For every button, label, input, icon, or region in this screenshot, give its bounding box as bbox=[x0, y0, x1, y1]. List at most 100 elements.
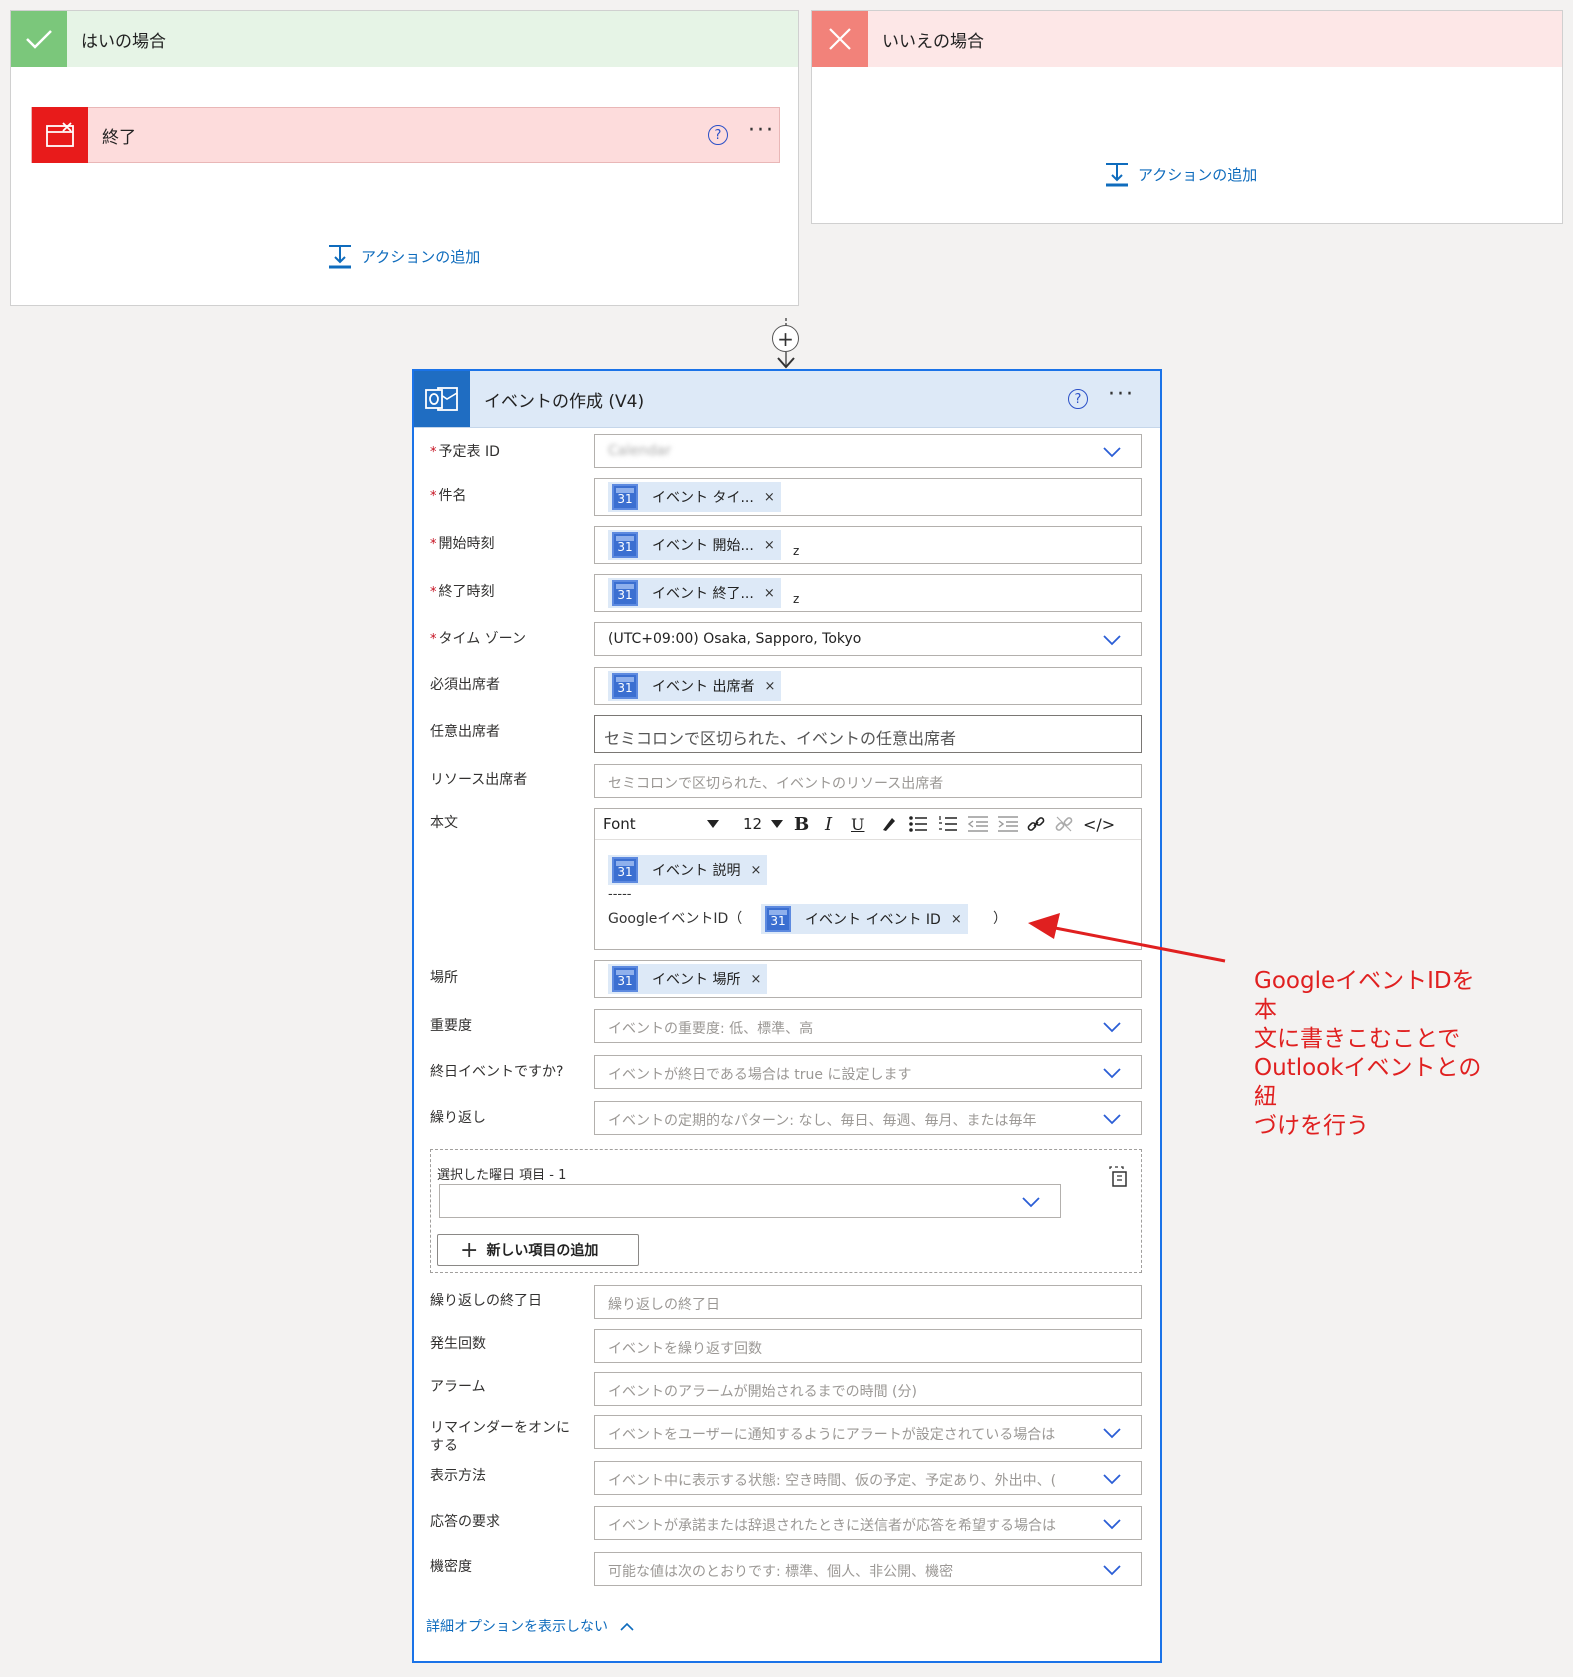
recurrence-end-label: 繰り返しの終了日 bbox=[430, 1293, 542, 1309]
response-requested-dropdown[interactable]: イベントが承諾または辞退されたときに送信者が応答を希望する場合は bbox=[594, 1506, 1142, 1540]
location-label: 場所 bbox=[430, 970, 458, 986]
reminder-placeholder: イベントをユーザーに通知するようにアラートが設定されている場合は bbox=[608, 1427, 1056, 1443]
italic-icon[interactable]: I bbox=[825, 809, 832, 839]
chevron-down-icon bbox=[1103, 1068, 1121, 1079]
show-as-label: 表示方法 bbox=[430, 1468, 486, 1484]
code-view-icon[interactable]: </> bbox=[1083, 809, 1115, 839]
font-size-select[interactable]: 12 bbox=[743, 809, 783, 839]
end-time-suffix: z bbox=[793, 592, 800, 606]
weekday-item-dropdown[interactable] bbox=[439, 1184, 1061, 1218]
indent-decrease-icon[interactable] bbox=[967, 815, 989, 833]
bold-icon[interactable]: B bbox=[794, 809, 809, 839]
copy-item-icon[interactable] bbox=[1109, 1166, 1129, 1188]
chevron-down-icon bbox=[1103, 635, 1121, 646]
link-icon[interactable] bbox=[1027, 815, 1045, 833]
create-event-header[interactable]: イベントの作成 (V4) ? ··· bbox=[414, 371, 1160, 428]
calendar-id-dropdown[interactable]: Calendar bbox=[594, 434, 1142, 468]
sensitivity-dropdown[interactable]: 可能な値は次のとおりです: 標準、個人、非公開、機密 bbox=[594, 1552, 1142, 1586]
chevron-up-icon bbox=[620, 1622, 634, 1631]
help-icon[interactable]: ? bbox=[1068, 389, 1088, 409]
insert-step-plus-icon[interactable]: + bbox=[772, 325, 799, 352]
optional-attendees-field[interactable]: セミコロンで区切られた、イベントの任意出席者 bbox=[594, 715, 1142, 753]
importance-dropdown[interactable]: イベントの重要度: 低、標準、高 bbox=[594, 1009, 1142, 1043]
help-icon[interactable]: ? bbox=[708, 125, 728, 145]
caret-down-icon bbox=[707, 820, 719, 828]
start-time-suffix: z bbox=[793, 544, 800, 558]
alarm-field[interactable]: イベントのアラームが開始されるまでの時間 (分) bbox=[594, 1372, 1142, 1406]
numbered-list-icon[interactable] bbox=[938, 815, 958, 833]
recurrence-dropdown[interactable]: イベントの定期的なパターン: なし、毎日、毎週、毎月、または毎年 bbox=[594, 1101, 1142, 1135]
plus-icon: + bbox=[460, 1237, 479, 1263]
subject-field[interactable]: 31 イベント タイ... × bbox=[594, 478, 1142, 516]
required-attendees-field[interactable]: 31 イベント 出席者 × bbox=[594, 667, 1142, 705]
remove-token-icon[interactable]: × bbox=[951, 912, 962, 927]
occurrences-label: 発生回数 bbox=[430, 1336, 486, 1352]
cross-icon bbox=[812, 11, 868, 67]
show-as-dropdown[interactable]: イベント中に表示する状態: 空き時間、仮の予定、予定あり、外出中、( bbox=[594, 1461, 1142, 1495]
no-branch-header[interactable]: いいえの場合 bbox=[812, 11, 1562, 67]
unlink-icon[interactable] bbox=[1055, 815, 1073, 833]
end-time-field[interactable]: 31 イベント 終了... × z bbox=[594, 574, 1142, 612]
yes-add-action-button[interactable]: アクションの追加 bbox=[327, 243, 480, 269]
required-attendees-token[interactable]: 31 イベント 出席者 × bbox=[608, 671, 782, 701]
sensitivity-placeholder: 可能な値は次のとおりです: 標準、個人、非公開、機密 bbox=[608, 1564, 954, 1580]
importance-placeholder: イベントの重要度: 低、標準、高 bbox=[608, 1021, 814, 1037]
more-options-icon[interactable]: ··· bbox=[1108, 382, 1135, 407]
reminder-label: リマインダーをオンに する bbox=[430, 1420, 570, 1454]
terminate-icon bbox=[32, 107, 88, 163]
occurrences-field[interactable]: イベントを繰り返す回数 bbox=[594, 1329, 1142, 1363]
required-attendees-label: 必須出席者 bbox=[430, 677, 500, 693]
remove-token-icon[interactable]: × bbox=[764, 586, 775, 601]
remove-token-icon[interactable]: × bbox=[764, 679, 775, 694]
end-time-token[interactable]: 31 イベント 終了... × bbox=[608, 578, 781, 608]
start-time-token[interactable]: 31 イベント 開始... × bbox=[608, 530, 781, 560]
yes-branch-header[interactable]: はいの場合 bbox=[11, 11, 798, 67]
remove-token-icon[interactable]: × bbox=[750, 972, 761, 987]
remove-token-icon[interactable]: × bbox=[764, 490, 775, 505]
weekday-array-group: 選択した曜日 項目 - 1 + 新しい項目の追加 bbox=[430, 1149, 1142, 1273]
optional-attendees-label: 任意出席者 bbox=[430, 724, 500, 740]
editor-toolbar: Font 12 B I U </> bbox=[595, 809, 1141, 840]
no-branch-panel: いいえの場合 アクションの追加 bbox=[811, 10, 1563, 224]
alarm-label: アラーム bbox=[430, 1379, 486, 1395]
location-token[interactable]: 31 イベント 場所 × bbox=[608, 964, 768, 994]
bullet-list-icon[interactable] bbox=[908, 815, 928, 833]
start-time-field[interactable]: 31 イベント 開始... × z bbox=[594, 526, 1142, 564]
chevron-down-icon bbox=[1103, 1428, 1121, 1439]
chevron-down-icon bbox=[1103, 1519, 1121, 1530]
time-zone-dropdown[interactable]: (UTC+09:00) Osaka, Sapporo, Tokyo bbox=[594, 622, 1142, 656]
description-token[interactable]: 31 イベント 説明 × bbox=[608, 855, 768, 885]
chevron-down-icon bbox=[1103, 1474, 1121, 1485]
remove-token-icon[interactable]: × bbox=[750, 863, 761, 878]
font-select[interactable]: Font bbox=[603, 809, 727, 839]
reminder-dropdown[interactable]: イベントをユーザーに通知するようにアラートが設定されている場合は bbox=[594, 1415, 1142, 1449]
add-new-item-button[interactable]: + 新しい項目の追加 bbox=[437, 1234, 639, 1266]
caret-down-icon bbox=[771, 820, 783, 828]
resource-attendees-field[interactable]: セミコロンで区切られた、イベントのリソース出席者 bbox=[594, 764, 1142, 798]
end-action-card[interactable]: 終了 ? ··· bbox=[31, 107, 780, 163]
annotation-note: GoogleイベントIDを本 文に書きこむことで Outlookイベントとの紐 … bbox=[1254, 968, 1482, 1139]
remove-token-icon[interactable]: × bbox=[764, 538, 775, 553]
chevron-down-icon bbox=[1103, 1022, 1121, 1033]
create-event-title: イベントの作成 (V4) bbox=[484, 391, 645, 412]
add-action-icon bbox=[1106, 163, 1128, 187]
google-id-prefix: GoogleイベントID（ bbox=[608, 911, 743, 927]
location-field[interactable]: 31 イベント 場所 × bbox=[594, 960, 1142, 998]
occurrences-placeholder: イベントを繰り返す回数 bbox=[608, 1341, 762, 1357]
underline-icon[interactable]: U bbox=[851, 809, 864, 839]
all-day-dropdown[interactable]: イベントが終日である場合は true に設定します bbox=[594, 1055, 1142, 1089]
no-add-action-button[interactable]: アクションの追加 bbox=[1104, 161, 1257, 187]
google-calendar-icon: 31 bbox=[612, 484, 638, 510]
recurrence-end-field[interactable]: 繰り返しの終了日 bbox=[594, 1285, 1142, 1319]
create-event-action-card: イベントの作成 (V4) ? ··· * 予定表 ID Calendar * 件名 … bbox=[412, 369, 1162, 1663]
hide-advanced-options-link[interactable]: 詳細オプションを表示しない bbox=[426, 1616, 634, 1636]
more-options-icon[interactable]: ··· bbox=[748, 118, 775, 143]
no-branch-title: いいえの場合 bbox=[882, 31, 984, 52]
chevron-down-icon bbox=[1103, 447, 1121, 458]
indent-increase-icon[interactable] bbox=[997, 815, 1019, 833]
event-id-token[interactable]: 31 イベント イベント ID × bbox=[761, 904, 968, 934]
subject-token[interactable]: 31 イベント タイ... × bbox=[608, 482, 781, 512]
outlook-icon bbox=[414, 371, 470, 427]
highlight-pen-icon[interactable] bbox=[880, 815, 898, 833]
importance-label: 重要度 bbox=[430, 1018, 472, 1034]
